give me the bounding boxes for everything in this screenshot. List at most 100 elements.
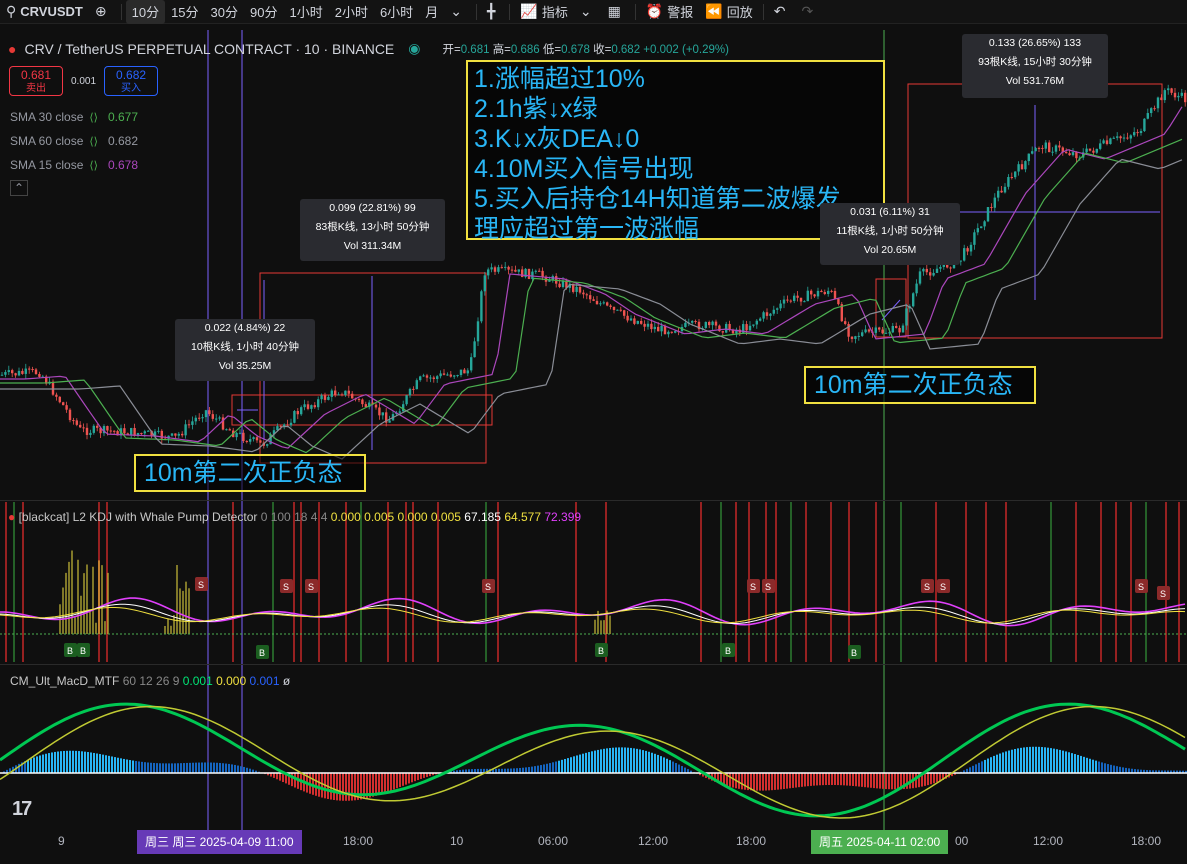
macd-hist-bar [315,773,317,796]
redo-button[interactable]: ↷ [795,0,823,24]
candle-body [378,407,381,416]
candle-body [619,309,622,311]
macd-hist-bar [1065,751,1067,773]
replay-button[interactable]: ⏪ 回放 [699,0,758,24]
kdj-legend[interactable]: ● [blackcat] L2 KDJ with Whale Pump Dete… [8,510,581,524]
interval-6h[interactable]: 6小时 [374,0,419,24]
candle-body [830,290,833,292]
candle-body [1000,190,1003,193]
candle-body [725,323,728,333]
sma-15-legend[interactable]: SMA 15 close ⟨⟩ 0.678 [10,158,138,172]
pane-divider-main[interactable] [0,500,1187,501]
macd-hist-bar [393,773,395,790]
interval-2h[interactable]: 2小时 [329,0,374,24]
sma-60-legend[interactable]: SMA 60 close ⟨⟩ 0.682 [10,134,138,148]
candle-body [147,430,150,432]
chart-type-button[interactable]: ╋ [481,0,505,24]
macd-hist-bar [852,773,854,787]
interval-dropdown[interactable]: ⌄ [444,0,472,24]
buy-button[interactable]: 0.682 买入 [104,66,159,96]
candle-body [225,429,228,431]
macd-hist-bar [762,773,764,791]
macd-hist-bar [648,751,650,773]
candle-body [1003,186,1007,193]
kdj-signal-bar [805,502,807,662]
measure-tooltip-3[interactable]: 0.031 (6.11%) 31 11根K线, 1小时 50分钟 Vol 20.65… [820,203,960,265]
macd-hist-bar [936,773,938,783]
undo-button[interactable]: ↶ [768,0,796,24]
measure-tooltip-1[interactable]: 0.022 (4.84%) 22 10根K线, 1小时 40分钟 Vol 35.25… [175,319,315,381]
macd-hist-bar [972,765,974,773]
candle-body [320,395,323,400]
pane-divider-kdj[interactable] [0,664,1187,665]
candle-body [490,267,493,270]
second-state-tag[interactable]: 10m第二次正负态 [804,366,1036,404]
measure-tooltip-4[interactable]: 0.133 (26.65%) 133 93根K线, 15小时 30分钟 Vol 53… [962,34,1108,98]
candle-body [786,299,789,301]
macd-hist-bar [81,751,83,773]
candle-body [905,308,908,326]
macd-hist-bar [57,751,59,773]
macd-hist-bar [840,773,842,786]
macd-hist-bar [96,753,98,773]
candle-body [844,321,847,324]
collapse-legend-button[interactable]: ⌃ [10,180,29,196]
macd-hist-bar [138,761,140,773]
time-axis[interactable]: 9 18:00 10 06:00 12:00 18:00 00 12:00 18… [0,830,1187,854]
sell-signal-label: S [1138,582,1144,592]
macd-hist-bar [378,773,380,795]
macd-hist-bar [51,752,53,773]
alarm-clock-icon: ⏰ [645,3,664,19]
candle-body [357,398,361,400]
indicators-button[interactable]: 📈 指标 [514,0,573,24]
indicators-dropdown[interactable]: ⌄ [574,0,602,24]
kdj-signal-bar [775,502,777,662]
candle-body [633,318,636,324]
candle-body [861,332,864,336]
macd-hist-bar [132,760,134,773]
candle-body [514,269,517,272]
macd-hist-bar [744,773,746,790]
macd-hist-bar [339,773,341,801]
kdj-signal-bar [5,502,7,662]
candle-body [405,395,408,405]
candle-body [1041,147,1044,149]
macd-hist-bar [30,758,32,773]
candle-body [714,321,718,326]
candle-body [582,292,585,295]
chevron-down-icon: ⌄ [579,3,592,19]
layout-button[interactable]: ▦ [602,0,631,24]
macd-hist-bar [1122,767,1124,773]
candle-body [17,370,21,376]
candle-body [184,424,187,436]
macd-hist-bar [876,773,878,789]
interval-month[interactable]: 月 [419,0,444,24]
symbol-search[interactable]: ⚲ CRVUSDT [0,0,89,24]
candle-body [181,433,184,436]
macd-hist-bar [810,773,812,786]
interval-30m[interactable]: 30分 [205,0,244,24]
macd-hist-bar [204,762,206,773]
interval-10m[interactable]: 10分 [125,0,166,24]
candle-body [453,375,456,377]
candle-body [344,390,347,396]
macd-hist-bar [975,764,977,773]
macd-hist-bar [537,765,539,773]
sell-button[interactable]: 0.681 卖出 [9,66,63,96]
add-symbol-button[interactable]: ⊕ [89,0,117,24]
candle-body [721,331,724,333]
candle-body [1122,137,1126,139]
measure-tooltip-2[interactable]: 0.099 (22.81%) 99 83根K线, 13小时 50分钟 Vol 311… [300,199,445,261]
interval-15m[interactable]: 15分 [165,0,204,24]
macd-hist-bar [873,773,875,789]
candle-body [667,331,670,335]
candle-body [660,325,663,332]
macd-hist-bar [849,773,851,786]
interval-1h[interactable]: 1小时 [283,0,328,24]
macd-legend[interactable]: CM_Ult_MacD_MTF 60 12 26 9 0.001 0.000 0… [10,674,290,688]
interval-90m[interactable]: 90分 [244,0,283,24]
first-state-tag[interactable]: 10m第二次正负态 [134,454,366,492]
alert-button[interactable]: ⏰ 警报 [640,0,699,24]
sma-30-legend[interactable]: SMA 30 close ⟨⟩ 0.677 [10,110,138,124]
kdj-signal-bar [1100,502,1102,662]
